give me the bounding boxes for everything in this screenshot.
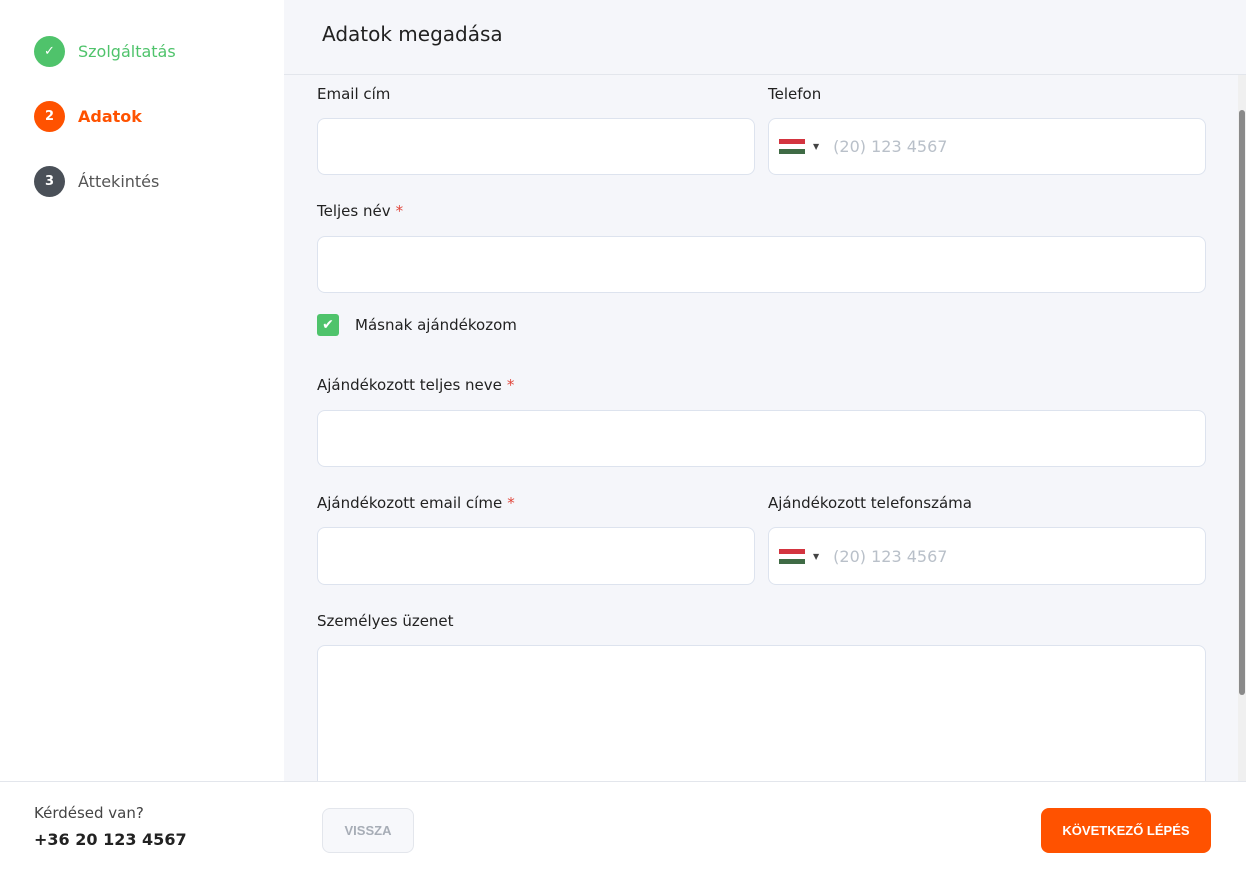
phone-label: Telefon [768,85,822,103]
required-mark: * [507,494,515,512]
message-textarea[interactable] [317,645,1206,781]
scrollbar[interactable] [1238,75,1246,781]
footer: Kérdésed van? +36 20 123 4567 VISSZA KÖV… [0,781,1246,871]
label-text: Ajándékozott email címe [317,494,503,512]
gift-email-input[interactable] [317,527,755,585]
phone-placeholder: (20) 123 4567 [833,546,948,566]
caret-down-icon[interactable]: ▼ [813,552,819,561]
page-title: Adatok megadása [284,0,1246,75]
gift-checkbox[interactable]: ✔ [317,314,339,336]
email-label: Email cím [317,85,391,103]
hungary-flag-icon[interactable] [779,548,805,564]
step-number: 3 [34,166,65,197]
full-name-input[interactable] [317,236,1206,293]
full-name-label: Teljes név * [317,202,403,220]
step-review[interactable]: 3 Áttekintés [34,166,159,197]
required-mark: * [506,376,515,394]
scrollbar-thumb[interactable] [1239,110,1245,695]
gift-name-label: Ajándékozott teljes neve * [317,376,514,394]
step-label: Adatok [78,107,142,126]
gift-name-input[interactable] [317,410,1206,467]
hungary-flag-icon[interactable] [779,139,805,154]
caret-down-icon[interactable]: ▼ [813,142,819,151]
step-details[interactable]: 2 Adatok [34,101,142,132]
gift-phone-input[interactable]: ▼ (20) 123 4567 [768,527,1206,585]
gift-phone-label: Ajándékozott telefonszáma [768,494,972,512]
step-label: Áttekintés [78,172,160,191]
phone-input[interactable]: ▼ (20) 123 4567 [768,118,1206,175]
steps-sidebar: ✓ Szolgáltatás 2 Adatok 3 Áttekintés [0,0,284,781]
check-icon: ✓ [34,36,65,67]
gift-email-label: Ajándékozott email címe * [317,494,515,512]
help-question: Kérdésed van? [34,804,144,822]
email-input[interactable] [317,118,755,175]
back-button[interactable]: VISSZA [322,808,414,853]
phone-placeholder: (20) 123 4567 [833,137,948,156]
message-label: Személyes üzenet [317,612,454,630]
step-service[interactable]: ✓ Szolgáltatás [34,36,176,67]
step-number: 2 [34,101,65,132]
required-mark: * [395,202,404,220]
main-panel: Adatok megadása Email cím Telefon ▼ (20)… [284,0,1246,781]
label-text: Teljes név [317,202,391,220]
gift-checkbox-label[interactable]: Másnak ajándékozom [355,316,517,334]
help-phone[interactable]: +36 20 123 4567 [34,830,187,849]
step-label: Szolgáltatás [78,42,176,61]
label-text: Ajándékozott teljes neve [317,376,502,394]
next-step-button[interactable]: KÖVETKEZŐ LÉPÉS [1041,808,1211,853]
